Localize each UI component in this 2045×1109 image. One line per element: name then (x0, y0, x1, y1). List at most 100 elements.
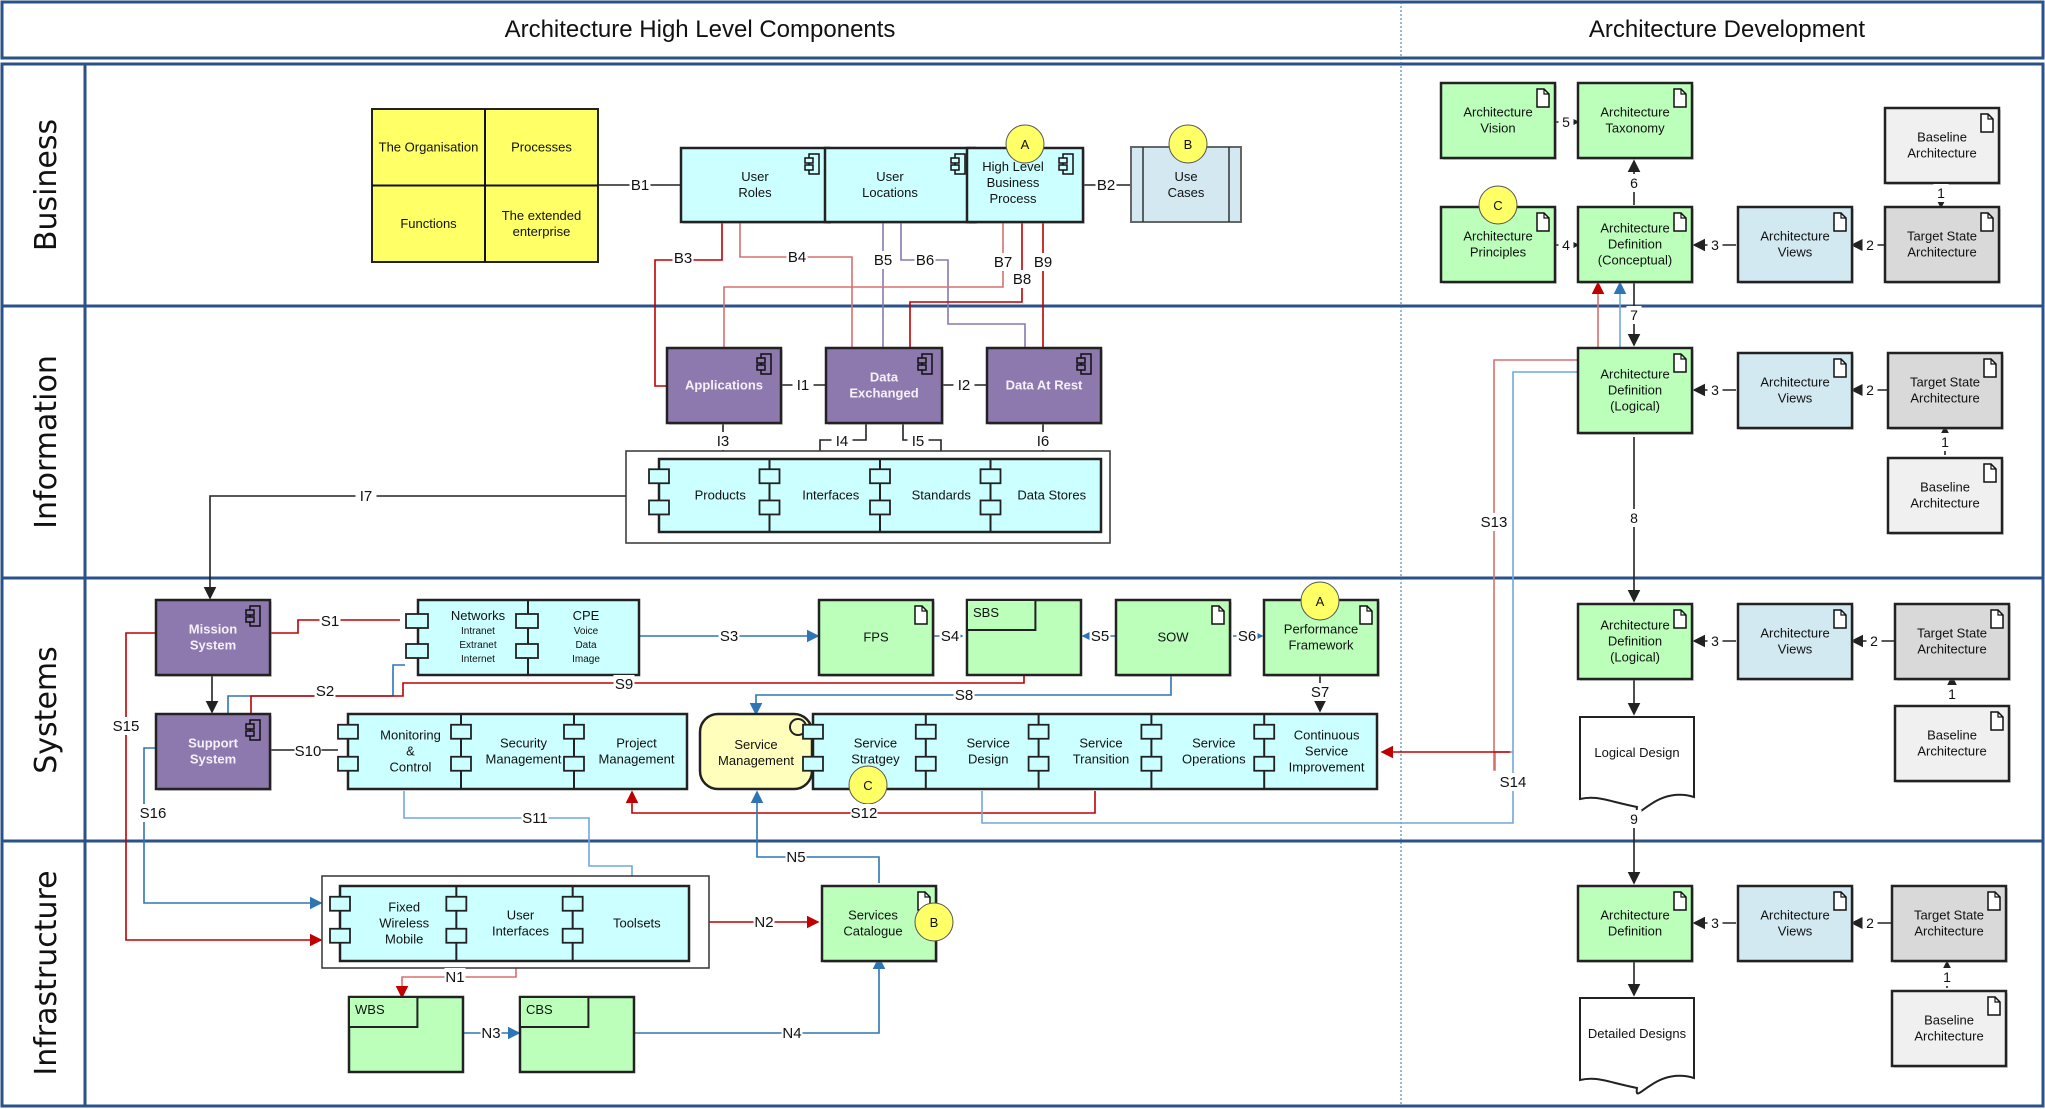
document-icon (1983, 358, 1997, 378)
edge-s11[interactable] (403, 791, 633, 883)
edge-i7[interactable] (203, 495, 626, 600)
badge-c: C (1478, 185, 1518, 225)
node-logical-design[interactable]: Logical Design (1579, 716, 1695, 814)
node-label: Baseline Architecture (1917, 728, 1986, 759)
matrix-cell-label: The extended enterprise (502, 208, 582, 239)
badge-label: C (1493, 198, 1502, 213)
matrix-cell[interactable]: The Organisation (379, 139, 479, 154)
document-icon (1980, 113, 1994, 133)
edge-label-s8: S8 (955, 687, 973, 704)
header-left-title: Architecture High Level Components (505, 16, 896, 43)
node-service-management[interactable]: Service Management (698, 712, 814, 791)
node-sublabel: Voice Data Image (572, 626, 600, 665)
document-icon (1983, 463, 1997, 483)
node-wbs[interactable]: WBS (347, 995, 465, 1074)
document-icon (1673, 609, 1687, 629)
edge-label-d9: 9 (1630, 811, 1638, 827)
edge-label-s7: S7 (1311, 684, 1329, 701)
document-icon (1536, 88, 1550, 108)
lane-label-business: Business (29, 119, 64, 251)
node-arch-taxonomy[interactable]: Architecture Taxonomy (1576, 81, 1694, 160)
node-label: Target State Architecture (1914, 908, 1984, 939)
node-arch-views-2[interactable]: Architecture Views (1736, 351, 1854, 430)
node-arch-def[interactable]: Architecture Definition (1576, 884, 1694, 963)
edge-s9[interactable] (250, 675, 1025, 713)
nodes-layer: The Organisation Processes Functions The ex… (154, 81, 2011, 1095)
document-icon (1673, 891, 1687, 911)
badge-b: B (914, 902, 954, 942)
node-user-roles[interactable]: User Roles (679, 146, 831, 224)
edge-label-s14: S14 (1500, 774, 1527, 791)
edge-label-b5: B5 (874, 252, 892, 269)
node-arch-def-logical-1[interactable]: Architecture Definition (Logical) (1576, 346, 1694, 435)
badge-label: A (1021, 137, 1030, 152)
edge-b7[interactable] (723, 222, 1004, 347)
node-cbs[interactable]: CBS (518, 995, 636, 1074)
edge-label-d1a: 1 (1937, 185, 1945, 201)
edge-label-b8: B8 (1013, 271, 1031, 288)
edge-label-b1: B1 (631, 177, 649, 194)
matrix-cell-label: Processes (511, 139, 572, 154)
node-label: Target State Architecture (1907, 229, 1977, 260)
node-data-at-rest[interactable]: Data At Rest (985, 346, 1103, 425)
node-baseline-1[interactable]: Baseline Architecture (1883, 106, 2001, 185)
node-target-3[interactable]: Target State Architecture (1893, 602, 2011, 681)
node-arch-views-4[interactable]: Architecture Views (1736, 884, 1854, 963)
edge-b8[interactable] (909, 222, 1023, 347)
node-services-catalogue[interactable]: Services Catalogue B (820, 884, 954, 963)
node-arch-def-conceptual[interactable]: Architecture Definition (Conceptual) (1576, 205, 1694, 284)
node-target-4[interactable]: Target State Architecture (1890, 884, 2008, 963)
node-data-exchanged[interactable]: Data Exchanged (824, 346, 944, 425)
node-label: Architecture Definition (Logical) (1600, 367, 1669, 414)
document-icon (1211, 605, 1225, 625)
edge-b6[interactable] (900, 222, 1026, 347)
node-sbs[interactable]: SBS (965, 598, 1083, 677)
node-detailed-designs[interactable]: Detailed Designs (1579, 997, 1695, 1095)
node-label: Logical Design (1594, 745, 1679, 760)
node-use-cases[interactable]: Use CasesB (1130, 124, 1242, 223)
node-sow[interactable]: SOW (1114, 598, 1232, 677)
edge-b4[interactable] (739, 222, 853, 347)
edge-label-d4: 4 (1562, 237, 1570, 253)
edge-label-d2c: 2 (1870, 633, 1878, 649)
edge-label-d3d: 3 (1711, 915, 1719, 931)
node-label: High Level Business Process (982, 159, 1044, 206)
edge-label-d6: 6 (1630, 175, 1638, 191)
document-icon (1833, 358, 1847, 378)
matrix-cell[interactable]: Functions (400, 216, 457, 231)
matrix-cell[interactable]: The extended enterprise (502, 208, 582, 239)
node-hlbp[interactable]: High Level Business Process A (965, 124, 1085, 224)
node-baseline-4[interactable]: Baseline Architecture (1890, 989, 2008, 1068)
node-label: CPE (573, 608, 600, 623)
node-target-1[interactable]: Target State Architecture (1883, 205, 2001, 284)
node-label: Service Transition (1073, 736, 1130, 767)
edge-label-d1b: 1 (1941, 434, 1949, 450)
node-user-locations[interactable]: User Locations (823, 146, 977, 224)
node-label: Service Stratgey (851, 736, 900, 767)
node-support-system[interactable]: Support System (154, 712, 272, 791)
badge-a: A (1300, 581, 1340, 621)
edge-label-s5: S5 (1091, 628, 1109, 645)
node-fps[interactable]: FPS (817, 598, 935, 677)
node-applications[interactable]: Applications (665, 346, 783, 425)
node-target-2[interactable]: Target State Architecture (1886, 351, 2004, 430)
node-label: Architecture Definition (Logical) (1600, 618, 1669, 665)
node-performance-framework[interactable]: Performance Framework A (1262, 581, 1380, 677)
edge-label-n2: N2 (754, 914, 773, 931)
node-arch-def-logical-2[interactable]: Architecture Definition (Logical) (1576, 602, 1694, 681)
node-mission-system[interactable]: Mission System (154, 598, 272, 677)
edge-label-b2: B2 (1097, 177, 1115, 194)
node-arch-views-1[interactable]: Architecture Views (1736, 205, 1854, 284)
node-arch-principles[interactable]: Architecture Principles C (1439, 185, 1557, 284)
port-icon (515, 643, 539, 659)
matrix-cell[interactable]: Processes (511, 139, 572, 154)
node-cpe[interactable]: CPE Voice Data Image (572, 608, 600, 665)
document-icon (1833, 609, 1847, 629)
node-arch-vision[interactable]: Architecture Vision (1439, 81, 1557, 160)
edge-n4[interactable] (633, 956, 886, 1034)
port-icon (405, 613, 429, 629)
node-baseline-2[interactable]: Baseline Architecture (1886, 456, 2004, 535)
node-arch-views-3[interactable]: Architecture Views (1736, 602, 1854, 681)
edge-label-i5: I5 (912, 433, 925, 450)
node-baseline-3[interactable]: Baseline Architecture (1893, 704, 2011, 783)
